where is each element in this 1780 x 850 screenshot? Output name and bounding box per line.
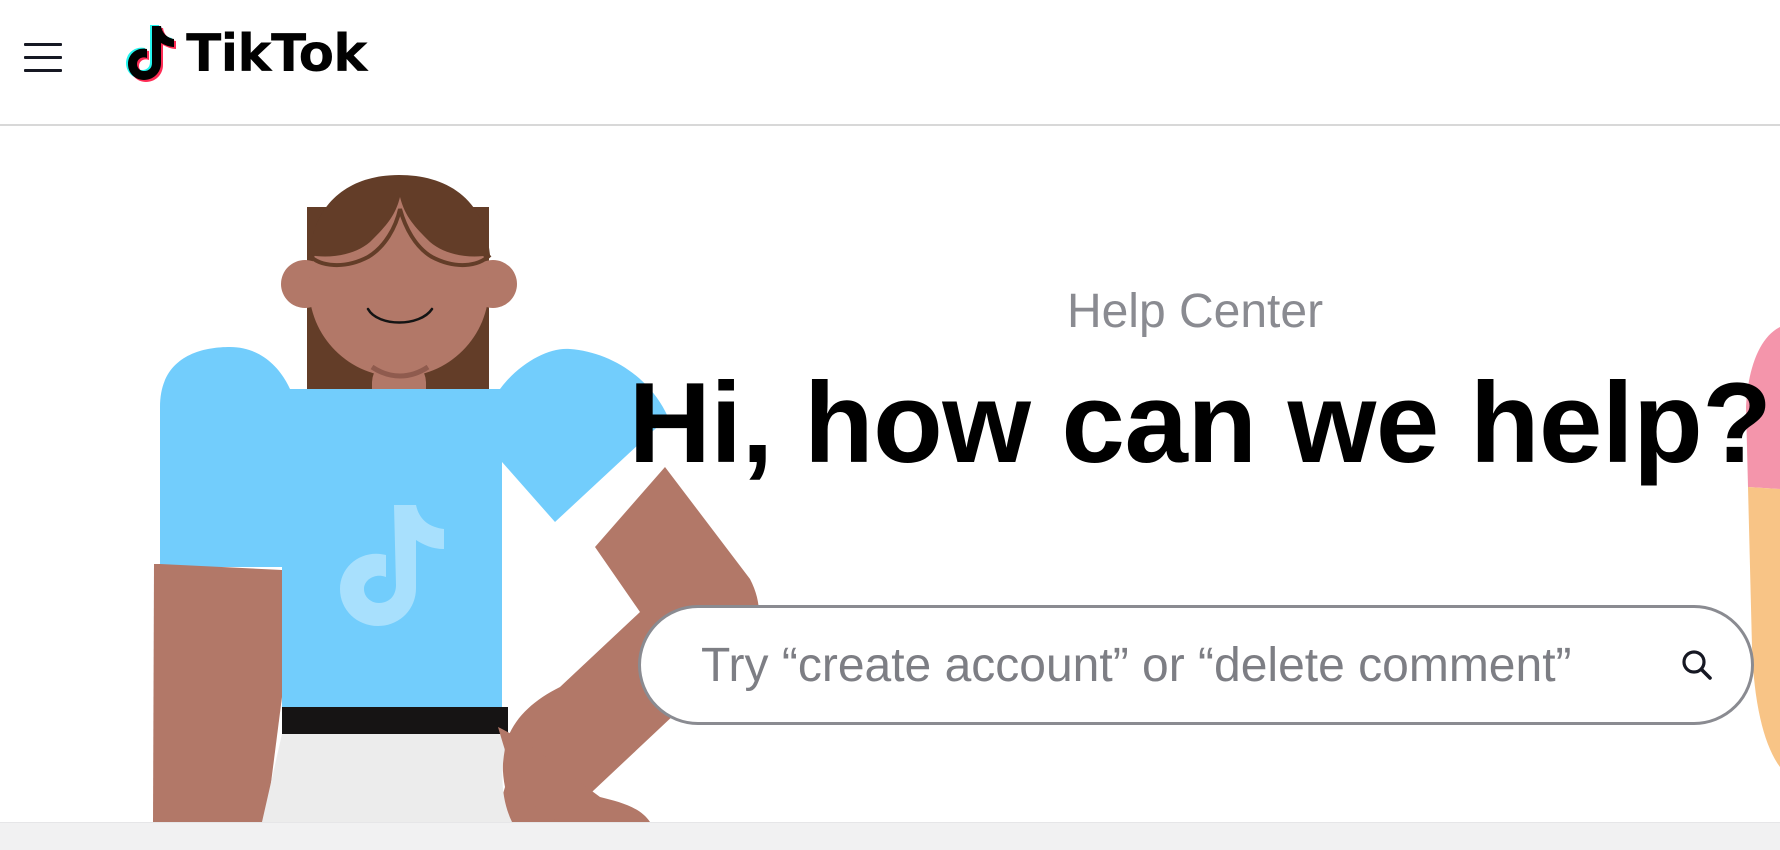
hero-section: Help Center Hi, how can we help? [0,127,1780,822]
menu-button[interactable] [20,38,68,78]
hamburger-menu-icon [24,43,62,46]
hamburger-line [24,69,62,72]
page-subtitle: Help Center [1066,285,1324,338]
search-bar[interactable] [638,605,1754,725]
search-icon[interactable] [1679,647,1715,683]
logo-wordmark: TikTok [186,24,368,84]
tiktok-logo[interactable]: TikTok [122,20,368,84]
page-footer-strip [0,822,1780,850]
search-input[interactable] [701,608,1601,722]
hamburger-line [24,56,62,59]
top-header: TikTok [0,0,1780,126]
tiktok-note-icon [126,25,176,82]
page-title: Hi, how can we help? [628,360,1772,487]
